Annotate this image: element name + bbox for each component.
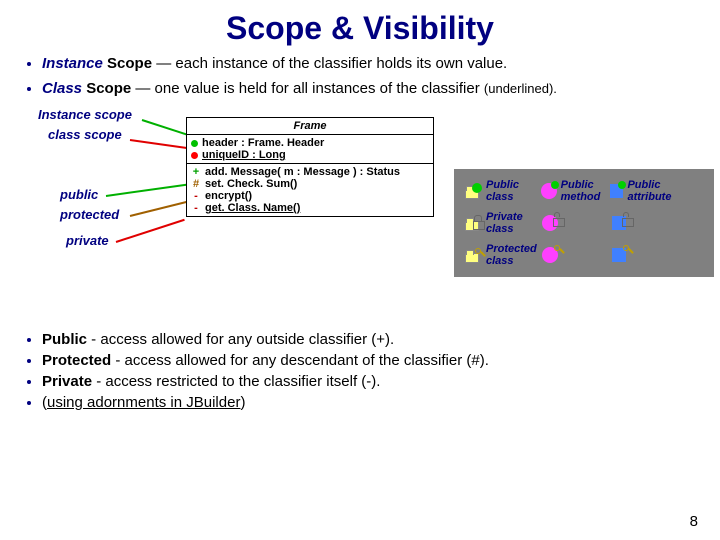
uml-attr-row: header : Frame. Header (191, 137, 429, 149)
protected-class-icon (462, 247, 482, 263)
public-attribute-icon (610, 184, 624, 198)
arrow-class (130, 139, 190, 149)
protected-method-icon (542, 247, 558, 263)
bottom-bullet-list: Public - access allowed for any outside … (0, 331, 720, 411)
arrow-protected (130, 201, 187, 217)
uml-attributes: header : Frame. Header uniqueID : Long (187, 135, 433, 164)
top-bullet-list: Instance Scope — each instance of the cl… (0, 55, 720, 97)
visibility-symbol: + (191, 166, 201, 178)
bullet-private-def: Private - access restricted to the class… (42, 373, 698, 390)
uml-op-text: get. Class. Name() (205, 202, 300, 214)
uml-op-text: set. Check. Sum() (205, 178, 297, 190)
legend-row: Public class Public method Public attrib… (462, 179, 706, 203)
label-private: private (66, 233, 109, 248)
diagram-area: Instance scope class scope public protec… (0, 105, 720, 325)
jbuilder-link[interactable]: using adornments in JBuilder (47, 394, 240, 411)
legend-label: Public method (561, 179, 610, 203)
uml-op-row: + add. Message( m : Message ) : Status (191, 166, 429, 178)
arrow-instance (142, 119, 188, 136)
legend-label: Private class (486, 211, 542, 235)
scope-dot-icon (191, 140, 198, 147)
legend-row: Private class (462, 211, 706, 235)
arrow-public (106, 184, 187, 197)
uml-op-row: -encrypt() (191, 190, 429, 202)
uml-attr-text: header : Frame. Header (202, 137, 324, 149)
uml-class-name: Frame (187, 118, 433, 135)
private-class-icon (462, 215, 482, 231)
uml-operations: + add. Message( m : Message ) : Status # s… (187, 164, 433, 216)
public-method-icon (541, 183, 557, 199)
bullet-public-def: Public - access allowed for any outside … (42, 331, 698, 348)
visibility-symbol: - (191, 202, 201, 214)
visibility-symbol: # (191, 178, 201, 190)
label-protected: protected (60, 207, 119, 222)
bullet-protected-def: Protected - access allowed for any desce… (42, 352, 698, 369)
uml-attr-row: uniqueID : Long (191, 149, 429, 161)
uml-op-row: # set. Check. Sum() (191, 178, 429, 190)
arrow-private (116, 219, 185, 243)
bullet-class-scope: Class Scope — one value is held for all … (42, 80, 698, 97)
label-class-scope: class scope (48, 127, 122, 142)
scope-dot-icon (191, 152, 198, 159)
uml-op-text: encrypt() (205, 190, 252, 202)
private-attribute-icon (612, 216, 626, 230)
label-instance-scope: Instance scope (38, 107, 132, 122)
uml-op-row: -get. Class. Name() (191, 202, 429, 214)
public-class-icon (462, 183, 482, 199)
visibility-symbol: - (191, 190, 201, 202)
page-number: 8 (690, 513, 698, 530)
legend-panel: Public class Public method Public attrib… (454, 169, 714, 277)
uml-attr-text: uniqueID : Long (202, 149, 286, 161)
legend-row: Protected class (462, 243, 706, 267)
uml-op-text: add. Message( m : Message ) : Status (205, 166, 400, 178)
bullet-instance-scope: Instance Scope — each instance of the cl… (42, 55, 698, 72)
legend-label: Protected class (486, 243, 542, 267)
protected-attribute-icon (612, 248, 626, 262)
legend-label: Public class (486, 179, 541, 203)
page-title: Scope & Visibility (0, 0, 720, 55)
uml-class-box: Frame header : Frame. Header uniqueID : … (186, 117, 434, 217)
bullet-jbuilder-link: (using adornments in JBuilder) (42, 394, 698, 411)
legend-label: Public attribute (627, 179, 706, 203)
label-public: public (60, 187, 98, 202)
private-method-icon (542, 215, 558, 231)
